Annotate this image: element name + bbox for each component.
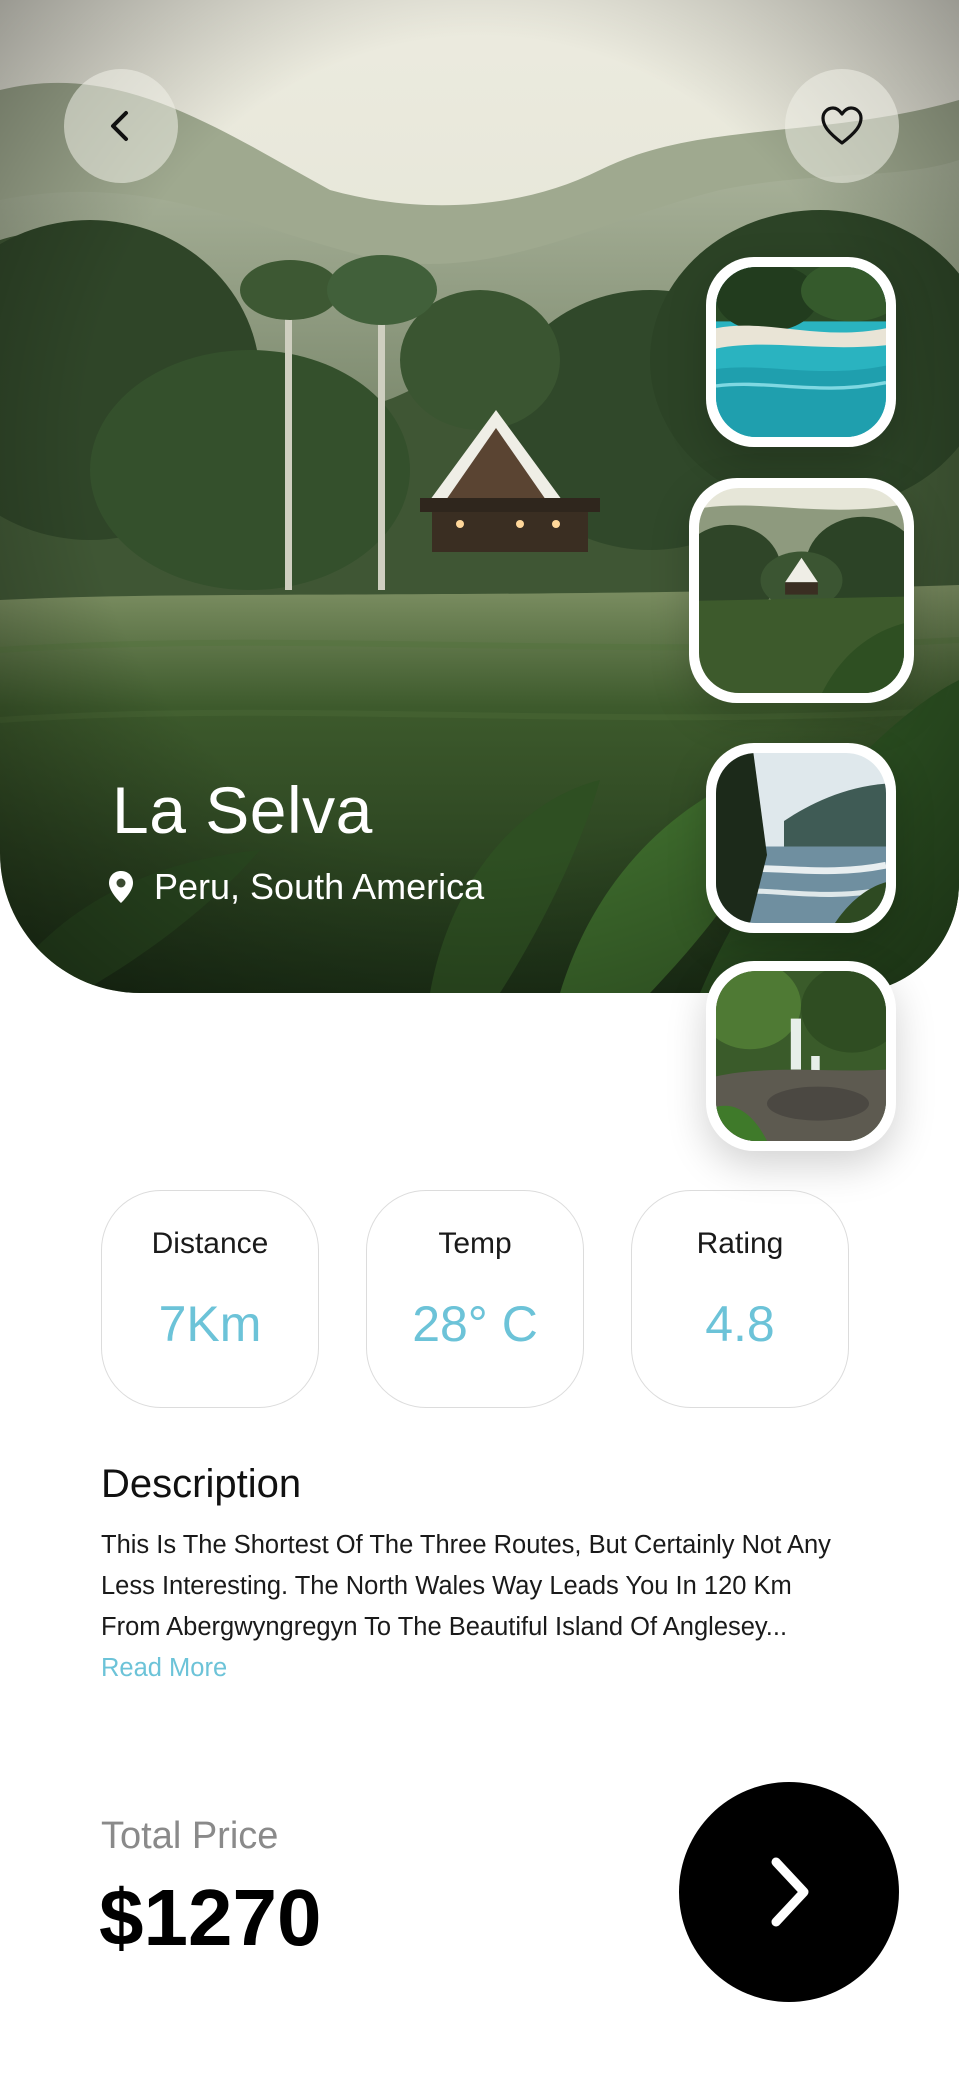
chevron-left-icon [101, 106, 141, 146]
description-body: This Is The Shortest Of The Three Routes… [101, 1531, 831, 1641]
stat-card-distance: Distance 7Km [101, 1190, 319, 1408]
total-price-label: Total Price [101, 1815, 279, 1857]
gallery-thumbnail-jungle-cabin[interactable] [689, 478, 914, 703]
continue-button[interactable] [679, 1782, 899, 2002]
location-pin-icon [108, 870, 134, 904]
destination-detail-screen: La Selva Peru, South America Distance 7K… [0, 0, 959, 2077]
chevron-right-icon [754, 1852, 824, 1932]
stat-label: Distance [151, 1227, 269, 1260]
read-more-link[interactable]: Read More [101, 1654, 227, 1682]
stat-value: 7Km [158, 1296, 262, 1352]
gallery-thumbnail-waterfall[interactable] [706, 961, 896, 1151]
stat-card-rating: Rating 4.8 [631, 1190, 849, 1408]
gallery-thumbnail-beach[interactable] [706, 257, 896, 447]
stat-label: Rating [696, 1227, 784, 1260]
favorite-button[interactable] [785, 69, 899, 183]
coastline-image [716, 753, 886, 923]
heart-outline-icon [819, 103, 865, 149]
location-text: Peru, South America [154, 866, 485, 907]
stat-label: Temp [438, 1227, 512, 1260]
description-text: This Is The Shortest Of The Three Routes… [101, 1525, 841, 1689]
total-price-value: $1270 [99, 1873, 322, 1962]
jungle-cabin-image [699, 488, 904, 693]
stat-card-temp: Temp 28° C [366, 1190, 584, 1408]
destination-location: Peru, South America [108, 866, 484, 908]
description-heading: Description [101, 1462, 302, 1506]
waterfall-image [716, 971, 886, 1141]
destination-title: La Selva [112, 773, 373, 847]
back-button[interactable] [64, 69, 178, 183]
stat-value: 4.8 [705, 1296, 775, 1352]
gallery-thumbnail-coastline[interactable] [706, 743, 896, 933]
stat-value: 28° C [412, 1296, 538, 1352]
beach-image [716, 267, 886, 437]
